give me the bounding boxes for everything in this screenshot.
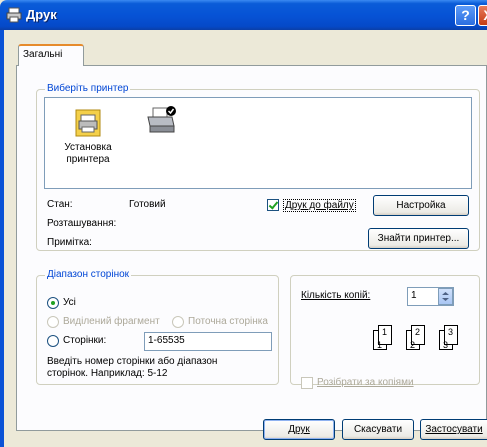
copies-label: Кількість копій:	[301, 290, 371, 301]
pages-label[interactable]: Сторінки:	[63, 335, 106, 346]
page-range-title: Діапазон сторінок	[45, 269, 132, 280]
printer-icon	[6, 7, 22, 23]
all-pages-label[interactable]: Усі	[63, 297, 76, 308]
status-value: Готовий	[129, 199, 166, 210]
add-printer-icon	[75, 109, 101, 137]
page-num-2a: 2	[410, 340, 416, 350]
page-num-3b: 3	[448, 327, 454, 337]
page-num-2b: 2	[415, 327, 421, 337]
printer-item-default[interactable]	[145, 104, 185, 144]
tab-general-label: Загальні	[23, 49, 63, 60]
printer-list[interactable]: Установка принтера	[44, 97, 472, 189]
apply-button-label: Застосувати	[425, 424, 483, 435]
page-range-hint: Введіть номер сторінки або діапазон стор…	[47, 356, 218, 379]
tab-general[interactable]: Загальні	[18, 44, 84, 66]
status-label: Стан:	[47, 199, 73, 210]
help-button[interactable]: ?	[455, 5, 476, 26]
add-printer-label: Установка принтера	[64, 142, 112, 165]
page-num-3a: 3	[443, 340, 449, 350]
print-to-file-checkbox[interactable]	[267, 199, 279, 211]
find-printer-button[interactable]: Знайти принтер...	[368, 228, 469, 249]
comment-label: Примітка:	[47, 237, 92, 248]
location-label: Розташування:	[47, 218, 117, 229]
current-page-label[interactable]: Поточна сторінка	[188, 316, 268, 327]
collate-label[interactable]: Розібрати за копіями	[317, 377, 414, 388]
print-button[interactable]: Друк	[263, 419, 335, 440]
cancel-button[interactable]: Скасувати	[342, 419, 414, 440]
print-button-label: Друк	[288, 424, 310, 435]
spinner-arrows-icon	[442, 292, 449, 301]
title-bar: Друк ? X	[0, 0, 487, 30]
window-frame	[0, 30, 4, 447]
pages-radio[interactable]	[47, 335, 59, 347]
all-pages-radio[interactable]	[47, 297, 59, 309]
copies-spinner[interactable]	[438, 288, 453, 305]
pages-input[interactable]: 1-65535	[144, 332, 272, 351]
current-page-radio[interactable]	[172, 316, 184, 328]
printer-item-add[interactable]: Установка принтера	[53, 104, 123, 176]
settings-button[interactable]: Настройка	[373, 195, 469, 216]
apply-button[interactable]: Застосувати	[420, 419, 487, 440]
selection-label[interactable]: Виділений фрагмент	[63, 316, 160, 327]
collate-checkbox[interactable]	[301, 377, 313, 389]
close-button[interactable]: X	[478, 5, 487, 26]
printer-icon	[147, 106, 176, 133]
page-num-1a: 1	[377, 340, 383, 350]
page-num-1b: 1	[382, 327, 388, 337]
selection-radio[interactable]	[47, 316, 59, 328]
printer-group-title: Виберіть принтер	[45, 83, 131, 94]
window-title: Друк	[26, 7, 57, 22]
print-to-file-label[interactable]: Друк до файлу	[283, 199, 356, 212]
